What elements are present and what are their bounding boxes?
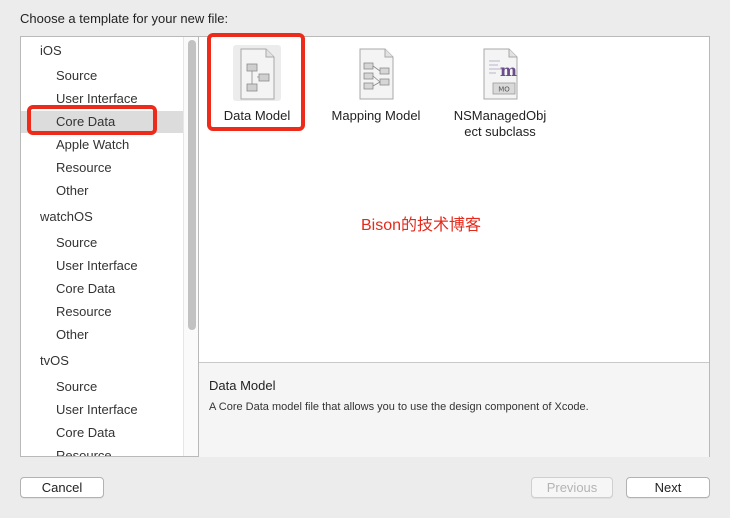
cancel-button[interactable]: Cancel bbox=[20, 477, 104, 498]
managed-object-icon: m MO bbox=[476, 45, 524, 101]
annotation-highlight-sidebar bbox=[27, 105, 157, 135]
template-managed-object-subclass[interactable]: m MO NSManagedObj ect subclass bbox=[445, 37, 555, 140]
template-label-mapping-model: Mapping Model bbox=[331, 108, 421, 123]
platform-header-ios: iOS bbox=[40, 43, 62, 58]
dialog-heading: Choose a template for your new file: bbox=[20, 11, 229, 26]
sidebar-item-ios-resource[interactable]: Resource bbox=[21, 157, 181, 179]
template-description-pane: Data Model A Core Data model file that a… bbox=[199, 362, 709, 457]
previous-button[interactable]: Previous bbox=[531, 477, 613, 498]
platform-header-tvos: tvOS bbox=[40, 353, 69, 368]
sidebar-item-watchos-other[interactable]: Other bbox=[21, 324, 181, 346]
sidebar-item-watchos-source[interactable]: Source bbox=[21, 232, 181, 254]
sidebar-item-tvos-core-data[interactable]: Core Data bbox=[21, 422, 181, 444]
sidebar-item-tvos-resource[interactable]: Resource bbox=[21, 445, 181, 456]
svg-text:m: m bbox=[500, 61, 517, 80]
template-label-managed-object-subclass: NSManagedObj ect subclass bbox=[453, 108, 547, 139]
sidebar-item-tvos-source[interactable]: Source bbox=[21, 376, 181, 398]
mo-badge: MO bbox=[498, 86, 510, 94]
sidebar-item-watchos-user-interface[interactable]: User Interface bbox=[21, 255, 181, 277]
sidebar-item-ios-source[interactable]: Source bbox=[21, 65, 181, 87]
sidebar-item-tvos-user-interface[interactable]: User Interface bbox=[21, 399, 181, 421]
sidebar-scrollbar[interactable] bbox=[183, 37, 198, 456]
sidebar-item-watchos-resource[interactable]: Resource bbox=[21, 301, 181, 323]
annotation-highlight-template bbox=[207, 33, 305, 131]
description-title: Data Model bbox=[209, 378, 276, 393]
sidebar-item-watchos-core-data[interactable]: Core Data bbox=[21, 278, 181, 300]
template-category-sidebar: iOS Source User Interface Core Data Appl… bbox=[20, 36, 198, 457]
sidebar-list: iOS Source User Interface Core Data Appl… bbox=[21, 37, 183, 456]
watermark-text: Bison的技术博客 bbox=[361, 217, 482, 234]
description-text: A Core Data model file that allows you t… bbox=[209, 401, 589, 413]
sidebar-scrollbar-thumb[interactable] bbox=[188, 40, 196, 330]
sidebar-item-ios-apple-watch[interactable]: Apple Watch bbox=[21, 134, 181, 156]
next-button[interactable]: Next bbox=[626, 477, 710, 498]
platform-header-watchos: watchOS bbox=[40, 209, 93, 224]
sidebar-item-ios-other[interactable]: Other bbox=[21, 180, 181, 202]
mapping-model-icon bbox=[352, 45, 400, 101]
template-mapping-model[interactable]: Mapping Model bbox=[323, 37, 429, 124]
